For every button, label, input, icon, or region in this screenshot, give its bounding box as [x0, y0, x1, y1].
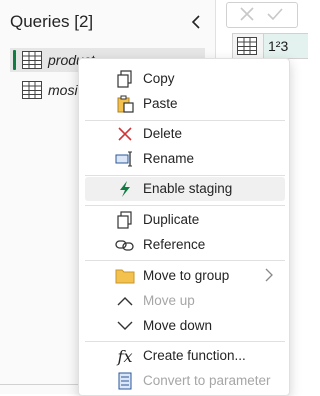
commit-formula-icon[interactable] [267, 6, 283, 22]
menu-separator [85, 120, 285, 121]
chevron-right-icon [265, 268, 273, 282]
selection-indicator [13, 50, 16, 70]
menu-item-delete[interactable]: Delete [85, 122, 285, 146]
column-type-button[interactable]: 1²3 [263, 34, 308, 58]
menu-item-move-up[interactable]: Move up [85, 289, 285, 313]
context-menu: Copy Paste Delete Rename Enable staging … [78, 58, 290, 396]
menu-item-move-to-group[interactable]: Move to group [85, 264, 285, 288]
menu-item-convert-to-parameter[interactable]: Convert to parameter [85, 369, 285, 393]
menu-item-copy[interactable]: Copy [85, 67, 285, 91]
formula-bar-buttons [226, 2, 298, 28]
duplicate-icon [115, 210, 135, 230]
menu-separator [85, 260, 285, 261]
queries-pane-title: Queries [2] [10, 12, 94, 31]
menu-item-paste[interactable]: Paste [85, 92, 285, 116]
rename-icon [115, 149, 135, 169]
parameter-icon [115, 371, 135, 391]
folder-icon [115, 266, 135, 286]
menu-separator [85, 175, 285, 176]
chevron-down-icon [115, 316, 135, 336]
menu-item-rename[interactable]: Rename [85, 147, 285, 171]
copy-icon [115, 69, 135, 89]
menu-separator [85, 205, 285, 206]
menu-item-enable-staging[interactable]: Enable staging [85, 177, 285, 201]
function-icon: fx [117, 346, 133, 366]
paste-icon [115, 94, 135, 114]
delete-icon [115, 124, 135, 144]
menu-item-duplicate[interactable]: Duplicate [85, 208, 285, 232]
menu-item-reference[interactable]: Reference [85, 233, 285, 257]
column-type-label: 1²3 [268, 38, 289, 54]
reference-icon [115, 235, 135, 255]
chevron-up-icon [115, 291, 135, 311]
table-icon [22, 81, 42, 99]
menu-item-create-function[interactable]: fx Create function... [85, 344, 285, 368]
table-icon [22, 51, 42, 69]
staging-icon [115, 179, 135, 199]
cancel-formula-icon[interactable] [239, 6, 255, 22]
grid-header: 1²3 [232, 33, 308, 59]
menu-item-move-down[interactable]: Move down [85, 314, 285, 338]
table-icon[interactable] [237, 37, 257, 55]
collapse-pane-button[interactable] [187, 12, 205, 32]
chevron-left-icon [191, 15, 200, 29]
menu-separator [85, 341, 285, 342]
